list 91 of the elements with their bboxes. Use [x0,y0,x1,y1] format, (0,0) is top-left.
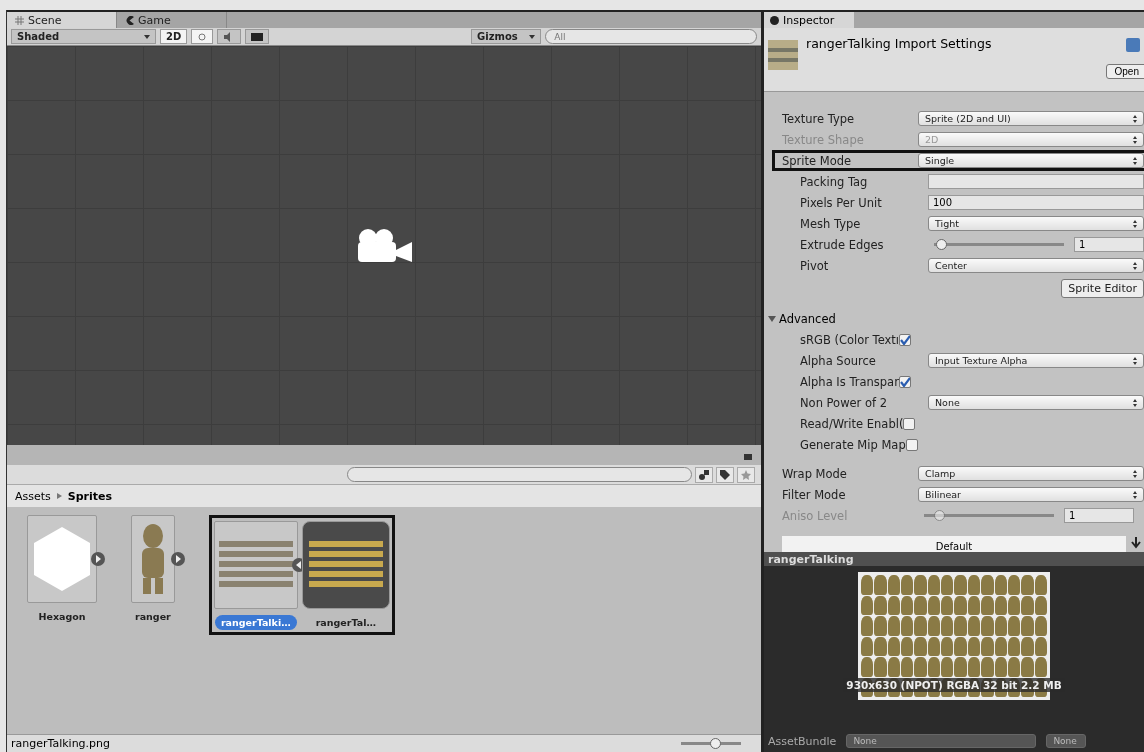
asset-name[interactable]: rangerTalki… [214,615,297,630]
dropdown[interactable]: Center [928,258,1144,273]
dropdown[interactable]: Clamp [918,466,1144,481]
checkbox[interactable] [903,417,916,430]
search-field[interactable]: All [545,29,757,44]
gizmos-dropdown[interactable]: Gizmos [471,29,542,44]
dropdown[interactable]: Tight [928,216,1144,231]
foldout-triangle-icon[interactable] [768,314,776,323]
dropdown[interactable]: Bilinear [918,487,1144,502]
breadcrumb-separator-icon [56,493,62,499]
field-label: Alpha Is Transpar [800,374,899,389]
view-tab[interactable]: Scene [7,12,117,28]
updown-icon [1133,135,1137,144]
updown-icon [1133,261,1137,270]
search-field[interactable] [347,467,692,482]
field-label: Read/Write Enabl( [800,416,904,431]
field-label: Texture Shape [782,132,865,147]
caret-icon [529,34,536,39]
zoom-slider-thumb[interactable] [710,738,722,749]
field-label: Pixels Per Unit [800,195,883,210]
number-field[interactable]: 1 [1074,237,1144,252]
field-label: sRGB (Color Textı [800,332,900,347]
field-label: Non Power of 2 [800,395,889,410]
pacman-icon [125,15,134,25]
filter-by-type-button[interactable] [695,466,713,483]
asset-bundle-dropdown[interactable]: None [846,734,1037,748]
asset-name[interactable]: rangerTal… [309,615,382,630]
field-label: Alpha Source [800,353,877,368]
text-field[interactable]: 100 [928,195,1144,210]
updown-icon [1133,469,1137,478]
mode-2d-toggle[interactable]: 2D [160,29,188,44]
updown-icon [1133,219,1137,228]
checkmark-icon [900,334,911,345]
field-label: Texture Type [782,111,856,126]
dropdown[interactable]: Input Texture Alpha [928,353,1144,368]
audio-toggle[interactable] [217,29,242,44]
field-label: Sprite Mode [782,153,853,168]
checkmark-icon [899,376,910,387]
sprite-sheet-thumbnail [768,40,798,70]
lighting-toggle[interactable] [191,29,214,44]
shading-dropdown[interactable]: Shaded [11,29,156,44]
platform-tab[interactable]: Default [782,536,1126,552]
open-button[interactable]: Open [1105,64,1144,79]
sprite-group-thumbnail[interactable] [301,521,390,609]
field-label: Wrap Mode [782,466,848,481]
download-icon[interactable] [1128,536,1144,550]
section-label[interactable]: Advanced [779,311,836,326]
preview-title: rangerTalking [764,552,1144,566]
sprite-editor-button[interactable]: Sprite Editor [1061,278,1144,298]
asset-thumbnail[interactable] [27,515,97,603]
sun-icon [197,31,208,42]
sprite-sheet-icon [308,541,383,589]
dropdown[interactable]: Sprite (2D and UI) [918,111,1144,126]
updown-icon [1133,490,1137,499]
field-label: Generate Mip Map [800,437,906,452]
updown-icon [1133,356,1137,365]
variant-dropdown[interactable]: None [1046,734,1087,748]
field-label: Aniso Level [782,508,849,523]
text-field[interactable] [928,174,1144,189]
checkbox[interactable] [899,333,912,346]
updown-icon [1133,114,1137,123]
asset-name[interactable]: ranger [129,609,177,624]
field-label: Pivot [800,258,830,273]
field-label: Extrude Edges [800,237,885,252]
asset-thumbnail[interactable] [130,515,175,603]
slider-thumb[interactable] [936,239,948,250]
field-label: Mesh Type [800,216,862,231]
caret-icon [144,34,150,39]
checkbox[interactable] [898,375,911,388]
sprite-sheet-icon [218,541,293,589]
asset-bundle-label: AssetBundle [768,734,837,748]
updown-icon [1133,156,1137,165]
breadcrumb-item[interactable]: Sprites [67,489,113,503]
filter-by-label-button[interactable] [716,466,734,483]
asset-name[interactable]: Hexagon [32,609,92,624]
breadcrumb-item[interactable]: Assets [15,489,51,503]
field-label: Packing Tag [800,174,869,189]
grid-icon [15,15,24,25]
dropdown[interactable]: Single [918,153,1144,168]
dropdown[interactable]: None [928,395,1144,410]
effects-dropdown[interactable] [245,29,270,44]
inspector-tab[interactable]: Inspector [764,12,854,28]
checkbox[interactable] [905,438,918,451]
field-label: Filter Mode [782,487,847,502]
updown-icon [1133,398,1137,407]
star-icon [741,469,751,480]
shapes-icon [699,469,709,480]
file-name: rangerTalking.png [11,737,111,750]
asset-thumbnail[interactable] [213,521,298,609]
hexagon-icon [32,525,92,593]
tag-icon [720,469,730,480]
